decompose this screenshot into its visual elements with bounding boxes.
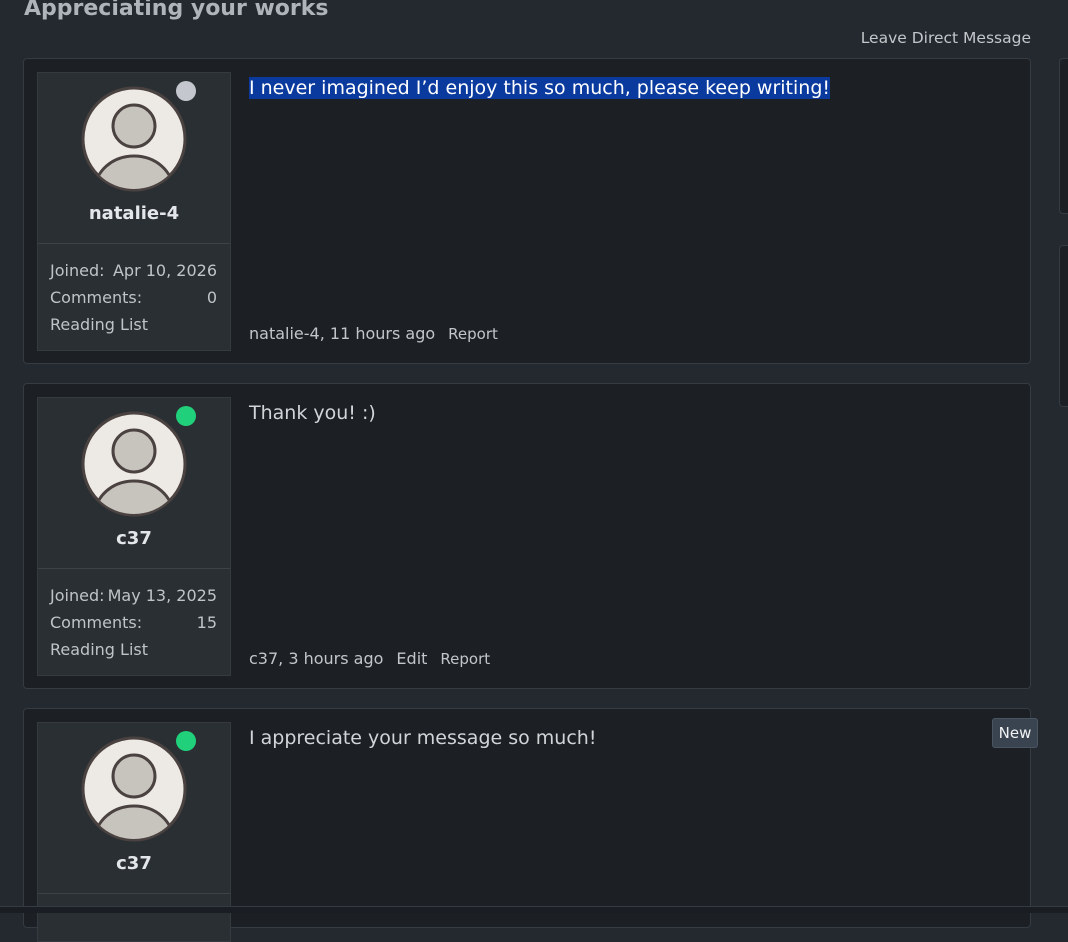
report-button[interactable]: Report [448,325,498,343]
comments-row: Comments: 0 [50,284,217,311]
user-avatar-icon [81,736,187,842]
comments-count: 15 [196,613,217,632]
joined-row: Joined: Apr 10, 2026 [50,257,217,284]
comments-label: Comments: [50,613,143,632]
divider [38,243,230,244]
joined-label: Joined: [50,261,105,280]
online-status-icon [176,406,196,426]
edit-button[interactable]: Edit [396,649,427,668]
avatar[interactable] [81,86,187,192]
comment-meta: c37, 3 hours ago Edit Report [249,649,490,668]
reading-list-link[interactable]: Reading List [50,311,148,338]
comment-message: I never imagined I’d enjoy this so much,… [249,74,830,102]
offline-status-icon [176,81,196,101]
comment-message: I appreciate your message so much! [249,727,597,749]
user-stats: Joined: Apr 10, 2026 Comments: 0 Reading… [50,257,217,338]
comments-count: 0 [206,288,217,307]
joined-date: Apr 10, 2026 [112,261,217,280]
user-stats: Joined: May 13, 2025 Comments: 15 Readin… [50,582,217,663]
comment-post: c37 Joined: May 13, 2025 Comments: 15 Re… [23,383,1031,689]
report-button[interactable]: Report [440,650,490,668]
divider [38,893,230,894]
joined-label: Joined: [50,586,105,605]
online-status-icon [176,731,196,751]
user-card: natalie-4 Joined: Apr 10, 2026 Comments:… [37,72,231,351]
selected-message-text: I never imagined I’d enjoy this so much,… [249,77,830,99]
comment-message: Thank you! :) [249,402,376,424]
comment-author-time[interactable]: c37, 3 hours ago [249,649,383,668]
comment-post: c37 I appreciate your message so much! [23,708,1031,942]
user-avatar-icon [81,411,187,517]
user-avatar-icon [81,86,187,192]
avatar[interactable] [81,411,187,517]
comment-author-time[interactable]: natalie-4, 11 hours ago [249,324,435,343]
reading-list-row: Reading List [50,636,217,663]
username[interactable]: natalie-4 [38,203,230,224]
reading-list-row: Reading List [50,311,217,338]
username[interactable]: c37 [38,853,230,874]
username[interactable]: c37 [38,528,230,549]
reading-list-link[interactable]: Reading List [50,636,148,663]
comments-label: Comments: [50,288,143,307]
joined-date: May 13, 2025 [107,586,217,605]
user-card: c37 Joined: May 13, 2025 Comments: 15 Re… [37,397,231,676]
comments-row: Comments: 15 [50,609,217,636]
comment-post: natalie-4 Joined: Apr 10, 2026 Comments:… [23,58,1031,364]
joined-row: Joined: May 13, 2025 [50,582,217,609]
avatar[interactable] [81,736,187,842]
new-badge: New [992,718,1038,748]
comment-meta: natalie-4, 11 hours ago Report [249,324,498,343]
page-title: Appreciating your works [24,0,329,21]
divider [38,568,230,569]
leave-direct-message-link[interactable]: Leave Direct Message [861,29,1031,47]
sidebar-panel-edge [1059,245,1068,407]
sidebar-panel-edge [1059,58,1068,214]
